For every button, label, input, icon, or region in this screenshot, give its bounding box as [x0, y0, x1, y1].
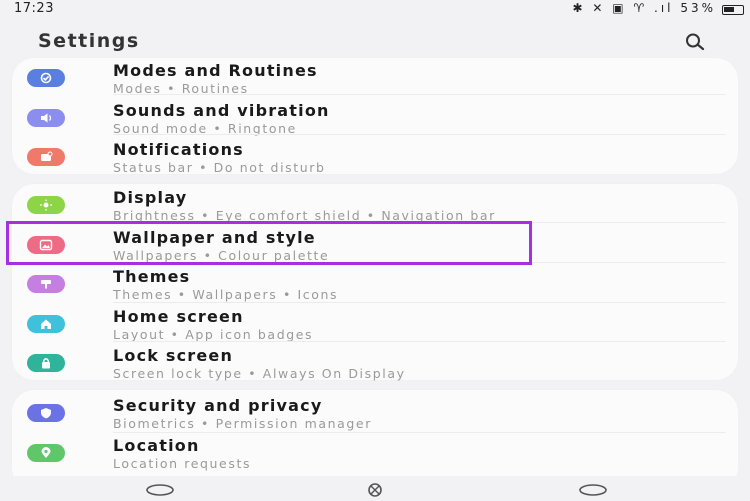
- item-title: Wallpaper and style: [113, 228, 316, 247]
- item-title: Display: [113, 188, 188, 207]
- location-icon: [27, 444, 65, 462]
- item-title: Themes: [113, 267, 191, 286]
- item-subtitle: Wallpapers • Colour palette: [113, 248, 330, 263]
- notification-icon: [27, 148, 65, 166]
- settings-item-security-and-privacy[interactable]: Security and privacy Biometrics • Permis…: [12, 395, 738, 435]
- settings-item-location[interactable]: Location Location requests: [12, 435, 738, 475]
- item-subtitle: Layout • App icon badges: [113, 327, 314, 342]
- divider: [113, 222, 726, 223]
- settings-item-notifications[interactable]: Notifications Status bar • Do not distur…: [12, 139, 738, 179]
- item-title: Location: [113, 436, 200, 455]
- divider: [113, 432, 726, 433]
- settings-group-2: Display Brightness • Eye comfort shield …: [12, 184, 738, 381]
- battery-icon: [722, 5, 744, 15]
- recents-icon: [146, 484, 174, 496]
- lock-icon: [27, 354, 65, 372]
- item-title: Sounds and vibration: [113, 101, 330, 120]
- check-circle-icon: [27, 69, 65, 87]
- status-icon-group: ✱ ✕ ▣ ♈ .ıl: [572, 1, 674, 15]
- item-title: Lock screen: [113, 346, 234, 365]
- sun-icon: [27, 196, 65, 214]
- status-icons: ✱ ✕ ▣ ♈ .ıl 53%: [573, 1, 716, 15]
- settings-item-display[interactable]: Display Brightness • Eye comfort shield …: [12, 187, 738, 227]
- home-nav-button[interactable]: [360, 482, 390, 497]
- back-icon: [579, 484, 607, 496]
- item-title: Modes and Routines: [113, 61, 318, 80]
- home-nav-icon: [368, 483, 382, 497]
- item-subtitle: Themes • Wallpapers • Icons: [113, 287, 339, 302]
- item-subtitle: Location requests: [113, 456, 252, 471]
- divider: [113, 94, 726, 95]
- status-time: 17:23: [14, 1, 54, 16]
- divider: [113, 302, 726, 303]
- divider: [113, 134, 726, 135]
- search-button[interactable]: [683, 32, 707, 52]
- settings-item-themes[interactable]: Themes Themes • Wallpapers • Icons: [12, 266, 738, 306]
- theme-brush-icon: [27, 275, 65, 293]
- item-subtitle: Status bar • Do not disturb: [113, 160, 326, 175]
- item-title: Home screen: [113, 307, 244, 326]
- image-icon: [27, 236, 65, 254]
- settings-item-home-screen[interactable]: Home screen Layout • App icon badges: [12, 306, 738, 346]
- recents-button[interactable]: [145, 482, 175, 496]
- speaker-icon: [27, 109, 65, 127]
- item-subtitle: Screen lock type • Always On Display: [113, 366, 406, 381]
- shield-icon: [27, 404, 65, 422]
- home-icon: [27, 315, 65, 333]
- item-subtitle: Brightness • Eye comfort shield • Naviga…: [113, 208, 496, 223]
- navigation-bar: [0, 476, 750, 500]
- search-icon: [686, 33, 705, 51]
- status-bar: 17:23 ✱ ✕ ▣ ♈ .ıl 53%: [0, 0, 750, 22]
- divider: [113, 262, 726, 263]
- battery-percent: 53%: [680, 1, 716, 15]
- back-button[interactable]: [578, 482, 608, 496]
- settings-group-1: Modes and Routines Modes • Routines Soun…: [12, 58, 738, 175]
- item-subtitle: Biometrics • Permission manager: [113, 416, 372, 431]
- page-title: Settings: [38, 30, 140, 52]
- settings-item-lock-screen[interactable]: Lock screen Screen lock type • Always On…: [12, 345, 738, 385]
- item-title: Notifications: [113, 140, 244, 159]
- item-title: Security and privacy: [113, 396, 323, 415]
- settings-group-3: Security and privacy Biometrics • Permis…: [12, 390, 738, 490]
- divider: [113, 341, 726, 342]
- settings-item-wallpaper-and-style[interactable]: Wallpaper and style Wallpapers • Colour …: [12, 227, 738, 267]
